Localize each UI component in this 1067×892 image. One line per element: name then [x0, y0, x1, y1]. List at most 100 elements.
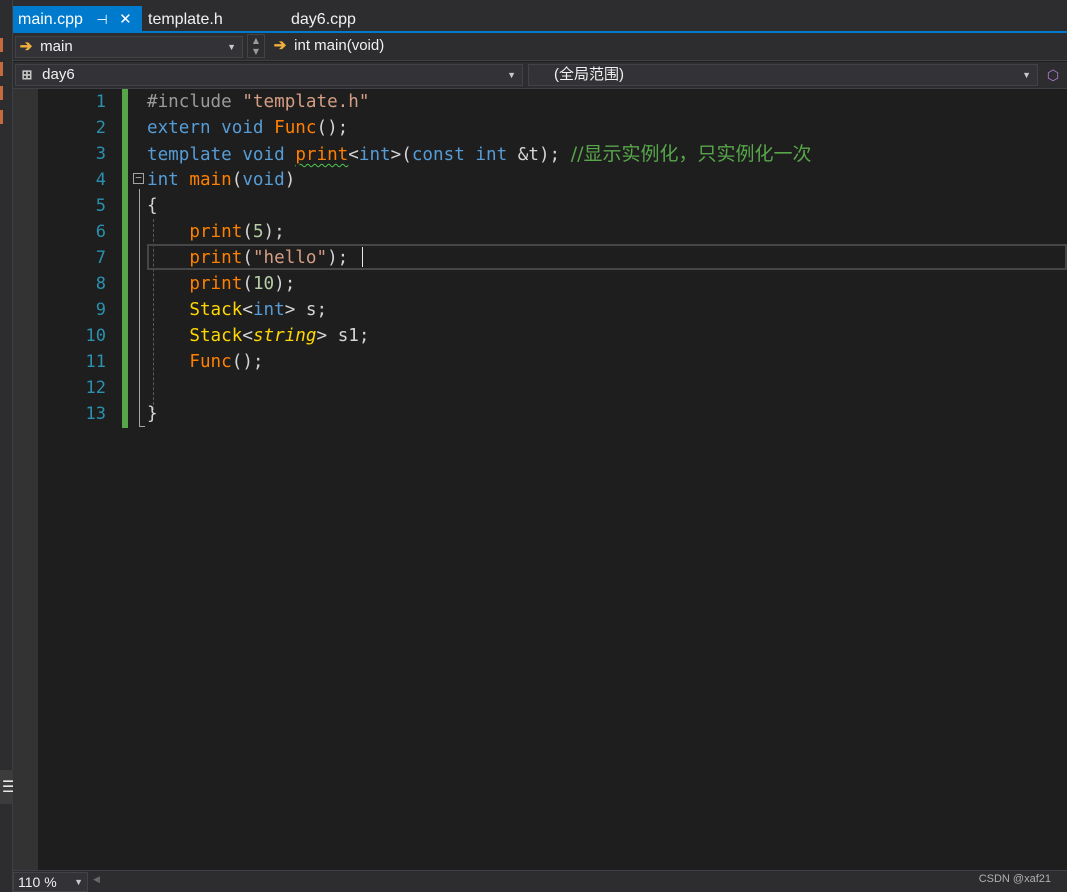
- line-number: 12: [85, 378, 106, 398]
- token-punct: <: [242, 326, 253, 346]
- line-number: 7: [95, 248, 106, 268]
- token-punct: );: [274, 274, 296, 294]
- chevron-down-icon: ▼: [227, 42, 236, 52]
- token-brace: }: [147, 404, 158, 424]
- scope-left-label: main: [40, 38, 73, 55]
- member-cube-icon[interactable]: ⬡: [1043, 66, 1063, 86]
- scope-right-label: int main(void): [294, 37, 385, 54]
- token-keyword: template: [147, 145, 243, 165]
- line-number-gutter: 1 2 3 4 5 6 7 8 9 10 11 12 13: [38, 89, 106, 870]
- line-number: 4: [95, 170, 106, 190]
- token-type: Stack: [189, 300, 243, 320]
- token-keyword: extern: [147, 118, 222, 138]
- code-line-9: Stack<int> s;: [147, 297, 327, 323]
- glyph-margin[interactable]: [13, 89, 38, 870]
- token-directive: #include: [147, 92, 243, 112]
- tab-main-cpp[interactable]: main.cpp ⊣ ✕: [13, 6, 142, 33]
- tab-label: template.h: [148, 11, 223, 28]
- navigation-bar-project: ⊞ day6 ▼ (全局范围) ▼ ⬡: [13, 62, 1067, 89]
- token-variable: s: [305, 300, 317, 320]
- token-punct: >: [316, 326, 338, 346]
- token-string: "template.h": [242, 92, 370, 112]
- token-punct: ;: [358, 326, 370, 346]
- collapse-toggle-icon[interactable]: −: [133, 172, 144, 184]
- toolbox-marker[interactable]: [0, 38, 3, 52]
- line-number: 1: [95, 92, 106, 112]
- token-function-squiggle: print: [295, 145, 349, 165]
- token-variable: s1: [337, 326, 359, 346]
- line-number: 8: [95, 274, 106, 294]
- project-dropdown[interactable]: ⊞ day6 ▼: [15, 64, 523, 86]
- saved-changes-bar: [122, 89, 128, 428]
- tab-day6-cpp[interactable]: day6.cpp: [286, 6, 386, 33]
- token-string: "hello": [252, 248, 328, 268]
- line-number: 10: [85, 326, 106, 346]
- token-function: print: [189, 222, 243, 242]
- code-line-1: #include "template.h": [147, 89, 369, 115]
- tab-label: main.cpp: [18, 11, 83, 28]
- token-keyword: void: [242, 145, 296, 165]
- line-number: 13: [85, 404, 106, 424]
- token-type: string: [252, 326, 317, 346]
- close-icon[interactable]: ✕: [119, 6, 132, 33]
- project-label: day6: [42, 66, 75, 83]
- chevron-down-icon: ▼: [507, 70, 516, 80]
- token-number: 5: [252, 222, 264, 242]
- global-scope-dropdown[interactable]: (全局范围) ▼: [528, 64, 1038, 86]
- code-line-8: print(10);: [147, 271, 295, 297]
- token-punct: ();: [316, 118, 349, 138]
- token-keyword: const: [411, 145, 476, 165]
- token-keyword: int: [147, 170, 190, 190]
- tab-label: day6.cpp: [291, 11, 356, 28]
- code-line-4: int main(void): [147, 167, 295, 193]
- global-scope-label: (全局范围): [554, 66, 624, 83]
- token-function: Func: [274, 118, 317, 138]
- scope-dropdown-right[interactable]: ➔ int main(void): [270, 36, 1067, 58]
- arrow-right-icon: ➔: [19, 38, 33, 55]
- token-punct: ): [284, 170, 296, 190]
- line-number: 5: [95, 196, 106, 216]
- line-number: 9: [95, 300, 106, 320]
- token-punct: ();: [231, 352, 264, 372]
- chevron-down-icon: ▼: [74, 877, 83, 887]
- token-punct: >: [284, 300, 306, 320]
- pin-icon[interactable]: ⊣: [96, 6, 107, 33]
- code-editor[interactable]: 1 2 3 4 5 6 7 8 9 10 11 12 13 − #include…: [13, 89, 1067, 870]
- token-punct: &: [517, 145, 529, 165]
- toolbox-marker[interactable]: [0, 110, 3, 124]
- zoom-dropdown[interactable]: 110 % ▼: [13, 872, 88, 892]
- token-punct: >: [390, 145, 402, 165]
- token-punct: (: [231, 170, 243, 190]
- token-punct: ;: [316, 300, 328, 320]
- token-punct: <: [348, 145, 359, 165]
- line-number: 6: [95, 222, 106, 242]
- token-keyword: void: [221, 118, 275, 138]
- fold-region-line: [139, 189, 140, 427]
- token-punct: (: [242, 274, 253, 294]
- scroll-left-icon[interactable]: ◀: [93, 875, 100, 885]
- arrow-right-icon: ➔: [273, 37, 287, 54]
- code-line-7: print("hello");: [147, 245, 348, 271]
- editor-status-bar: 110 % ▼ ◀ CSDN @xaf21: [13, 870, 1067, 892]
- token-punct: );: [327, 248, 349, 268]
- zoom-level: 110 %: [18, 874, 57, 890]
- left-tool-strip[interactable]: [0, 0, 13, 892]
- tab-template-h[interactable]: template.h: [143, 6, 263, 33]
- document-tab-bar: main.cpp ⊣ ✕ template.h day6.cpp: [13, 0, 1067, 33]
- token-punct: (: [401, 145, 412, 165]
- token-comment: //显示实例化，只实例化一次: [570, 143, 812, 165]
- line-number: 11: [85, 352, 106, 372]
- toolbox-marker[interactable]: [0, 62, 3, 76]
- token-keyword: int: [358, 145, 391, 165]
- navigation-spinner[interactable]: ▲ ▼: [247, 34, 265, 58]
- chevron-down-icon: ▼: [1022, 70, 1031, 80]
- token-punct: (: [242, 248, 253, 268]
- code-line-3: template void print<int>(const int &t); …: [147, 141, 812, 167]
- token-function: Func: [189, 352, 232, 372]
- fold-region-end: [139, 426, 145, 427]
- token-type: Stack: [189, 326, 243, 346]
- scope-dropdown-left[interactable]: ➔ main ▼: [15, 36, 243, 58]
- token-keyword: int: [252, 300, 285, 320]
- toolbox-marker[interactable]: [0, 86, 3, 100]
- code-line-5: {: [147, 193, 158, 219]
